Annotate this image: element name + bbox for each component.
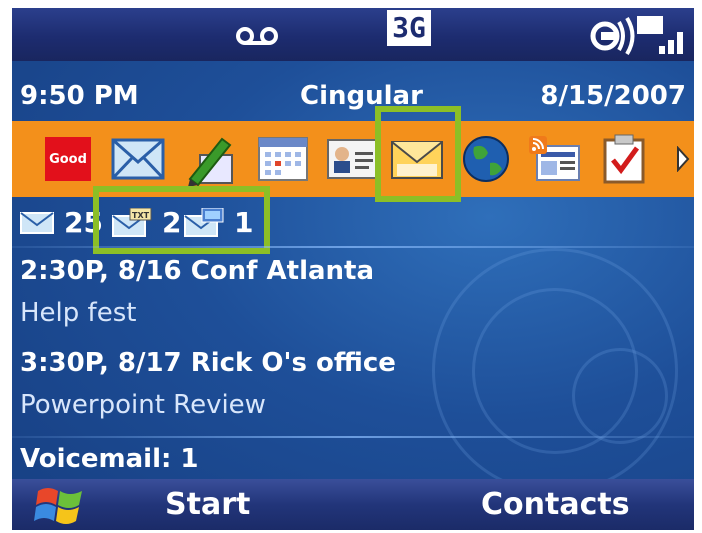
scroll-right-icon[interactable] [672,131,694,187]
tasks-icon[interactable] [596,131,652,187]
softkey-bar: Start Contacts [12,479,694,530]
appointment-title[interactable]: 3:30P, 8/17 Rick O's office [20,348,396,378]
calendar-icon[interactable] [255,131,311,187]
voicemail-count[interactable]: Voicemail: 1 [20,444,199,474]
selected-icon-highlight [375,106,461,202]
status-bar: 3G [12,8,694,61]
date: 8/15/2007 [540,81,686,111]
divider [12,436,694,438]
info-bar: 9:50 PM Cingular 8/15/2007 [12,71,694,123]
notes-icon[interactable] [182,131,238,187]
divider [12,246,694,248]
rss-feed-icon[interactable] [527,131,583,187]
network-3g-icon: 3G [387,10,431,46]
contacts-softkey[interactable]: Contacts [481,487,630,522]
background-decoration [572,348,668,444]
signal-strength-icon [590,16,683,56]
home-screen: 3G 9:50 PM Cingular 8/15/2007 Good 25 TX… [12,8,694,530]
email-count[interactable]: 25 [20,206,103,239]
windows-start-icon[interactable] [34,483,86,527]
appointment-subject: Powerpoint Review [20,390,266,420]
contacts-card-icon[interactable] [325,131,381,187]
email-icon[interactable] [110,131,166,187]
appointment-title[interactable]: 2:30P, 8/16 Conf Atlanta [20,256,374,286]
good-icon[interactable]: Good [40,131,96,187]
appointment-subject: Help fest [20,298,137,328]
start-softkey[interactable]: Start [165,487,250,522]
voicemail-icon [236,27,278,45]
email-icon [20,211,54,234]
good-logo-text: Good [45,137,91,181]
clock-time: 9:50 PM [20,81,139,111]
counts-highlight [93,186,270,254]
globe-icon[interactable] [458,131,514,187]
